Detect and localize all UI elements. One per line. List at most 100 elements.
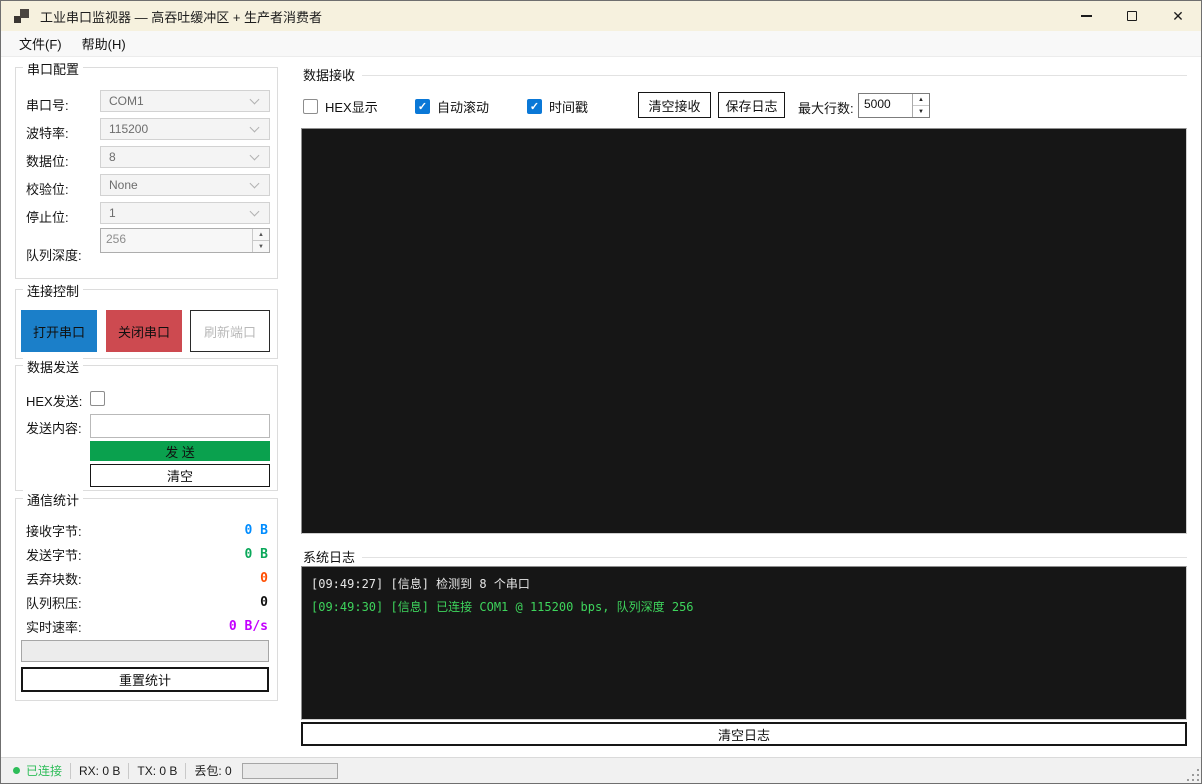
stat-dropped-label: 丢弃块数: bbox=[26, 571, 82, 587]
clear-receive-button[interactable]: 清空接收 bbox=[638, 92, 711, 118]
clear-log-button[interactable]: 清空日志 bbox=[301, 722, 1187, 746]
close-port-button[interactable]: 关闭串口 bbox=[106, 310, 182, 352]
reset-stats-button[interactable]: 重置统计 bbox=[21, 667, 269, 692]
parity-select[interactable]: None bbox=[100, 174, 270, 196]
log-line: [09:49:27] [信息] 检测到 8 个串口 bbox=[311, 577, 530, 591]
save-log-button[interactable]: 保存日志 bbox=[718, 92, 785, 118]
stat-rate-label: 实时速率: bbox=[26, 619, 82, 635]
spin-down-icon[interactable]: ▼ bbox=[913, 106, 929, 117]
stat-tx-value: 0 B bbox=[244, 546, 268, 562]
hex-display-checkbox[interactable] bbox=[303, 99, 318, 114]
port-select[interactable]: COM1 bbox=[100, 90, 270, 112]
spin-down-icon[interactable]: ▼ bbox=[253, 241, 269, 252]
group-stats-title: 通信统计 bbox=[23, 490, 84, 509]
open-port-button[interactable]: 打开串口 bbox=[21, 310, 97, 352]
maximize-icon bbox=[1127, 11, 1137, 21]
timestamp-option[interactable]: ✓ 时间戳 bbox=[527, 97, 588, 116]
port-value: COM1 bbox=[109, 94, 144, 108]
group-send: 数据发送 HEX发送: 发送内容: 发 送 清空 bbox=[15, 357, 278, 491]
chevron-down-icon bbox=[249, 94, 260, 105]
stat-rx-value: 0 B bbox=[244, 522, 268, 538]
max-lines-spinner[interactable]: 5000 ▲ ▼ bbox=[858, 93, 930, 118]
databits-label: 数据位: bbox=[26, 154, 69, 169]
group-connection-title: 连接控制 bbox=[23, 281, 84, 300]
databits-select[interactable]: 8 bbox=[100, 146, 270, 168]
minimize-button[interactable] bbox=[1063, 1, 1109, 31]
stats-progressbar bbox=[21, 640, 269, 662]
minimize-icon bbox=[1080, 15, 1092, 17]
divider bbox=[70, 762, 72, 779]
maximize-button[interactable] bbox=[1109, 1, 1155, 31]
receive-section-title: 数据接收 bbox=[303, 65, 363, 84]
group-send-title: 数据发送 bbox=[23, 357, 84, 376]
stat-row-tx: 发送字节: 0 B bbox=[26, 543, 268, 565]
databits-value: 8 bbox=[109, 150, 116, 164]
stopbits-select[interactable]: 1 bbox=[100, 202, 270, 224]
app-icon bbox=[14, 8, 30, 24]
statusbar-rx: RX: 0 B bbox=[79, 763, 121, 778]
stat-row-rate: 实时速率: 0 B/s bbox=[26, 615, 268, 637]
port-label: 串口号: bbox=[26, 98, 69, 113]
autoscroll-label: 自动滚动 bbox=[437, 100, 490, 115]
log-line: [09:49:30] [信息] 已连接 COM1 @ 115200 bps, 队… bbox=[311, 600, 694, 614]
chevron-down-icon bbox=[249, 122, 260, 133]
stopbits-value: 1 bbox=[109, 206, 116, 220]
chevron-down-icon bbox=[249, 178, 260, 189]
autoscroll-checkbox[interactable]: ✓ bbox=[415, 99, 430, 114]
stat-backlog-label: 队列积压: bbox=[26, 595, 82, 611]
stat-dropped-value: 0 bbox=[260, 570, 268, 586]
hex-display-label: HEX显示 bbox=[325, 100, 378, 115]
group-connection: 连接控制 打开串口 关闭串口 刷新端口 bbox=[15, 281, 278, 359]
receive-console[interactable] bbox=[301, 128, 1187, 534]
syslog-console[interactable]: [09:49:27] [信息] 检测到 8 个串口 [09:49:30] [信息… bbox=[301, 566, 1187, 720]
chevron-down-icon bbox=[249, 150, 260, 161]
hex-send-checkbox[interactable] bbox=[90, 391, 105, 406]
baud-label: 波特率: bbox=[26, 126, 69, 141]
stopbits-label: 停止位: bbox=[26, 210, 69, 225]
hex-display-option[interactable]: HEX显示 bbox=[303, 97, 378, 116]
queue-depth-label: 队列深度: bbox=[26, 248, 82, 263]
clear-send-button[interactable]: 清空 bbox=[90, 464, 270, 487]
stat-row-backlog: 队列积压: 0 bbox=[26, 591, 268, 613]
connection-status-text: 已连接 bbox=[26, 764, 63, 778]
app-window: 工业串口监视器 — 高吞吐缓冲区 + 生产者消费者 ✕ 文件(F) 帮助(H) … bbox=[0, 0, 1202, 784]
title-bar: 工业串口监视器 — 高吞吐缓冲区 + 生产者消费者 ✕ bbox=[1, 1, 1201, 31]
stat-rx-label: 接收字节: bbox=[26, 523, 82, 539]
stat-rate-value: 0 B/s bbox=[228, 618, 268, 634]
max-lines-label: 最大行数: bbox=[798, 101, 854, 116]
stat-tx-label: 发送字节: bbox=[26, 547, 82, 563]
menu-item-help[interactable]: 帮助(H) bbox=[72, 31, 136, 56]
baud-select[interactable]: 115200 bbox=[100, 118, 270, 140]
menu-bar: 文件(F) 帮助(H) bbox=[1, 31, 1201, 57]
spin-up-icon[interactable]: ▲ bbox=[913, 94, 929, 106]
divider bbox=[362, 74, 1187, 76]
max-lines-value: 5000 bbox=[864, 97, 891, 111]
parity-label: 校验位: bbox=[26, 182, 69, 197]
statusbar-progressbar bbox=[241, 762, 338, 779]
send-button[interactable]: 发 送 bbox=[90, 441, 270, 461]
queue-depth-spinner[interactable]: 256 ▲ ▼ bbox=[100, 228, 270, 253]
statusbar-loss: 丢包: 0 bbox=[194, 764, 232, 778]
menu-item-file[interactable]: 文件(F) bbox=[9, 31, 72, 56]
refresh-ports-button[interactable]: 刷新端口 bbox=[190, 310, 270, 352]
spin-up-icon[interactable]: ▲ bbox=[253, 229, 269, 241]
connection-status-icon bbox=[13, 767, 20, 774]
send-content-label: 发送内容: bbox=[26, 421, 82, 436]
autoscroll-option[interactable]: ✓ 自动滚动 bbox=[415, 97, 489, 116]
divider bbox=[362, 556, 1187, 558]
status-bar: 已连接 RX: 0 B TX: 0 B 丢包: 0 bbox=[1, 757, 1201, 783]
send-content-input[interactable] bbox=[90, 414, 270, 438]
syslog-section-title: 系统日志 bbox=[303, 547, 363, 566]
timestamp-checkbox[interactable]: ✓ bbox=[527, 99, 542, 114]
parity-value: None bbox=[109, 178, 138, 192]
syslog-section-header: 系统日志 bbox=[303, 547, 1187, 566]
close-button[interactable]: ✕ bbox=[1155, 1, 1201, 31]
resize-grip[interactable] bbox=[1185, 767, 1199, 781]
stat-row-dropped: 丢弃块数: 0 bbox=[26, 567, 268, 589]
divider bbox=[128, 762, 130, 779]
stat-row-rx: 接收字节: 0 B bbox=[26, 519, 268, 541]
stat-backlog-value: 0 bbox=[260, 594, 268, 610]
window-title: 工业串口监视器 — 高吞吐缓冲区 + 生产者消费者 bbox=[40, 9, 323, 25]
chevron-down-icon bbox=[249, 206, 260, 217]
receive-section-header: 数据接收 bbox=[303, 65, 1187, 84]
